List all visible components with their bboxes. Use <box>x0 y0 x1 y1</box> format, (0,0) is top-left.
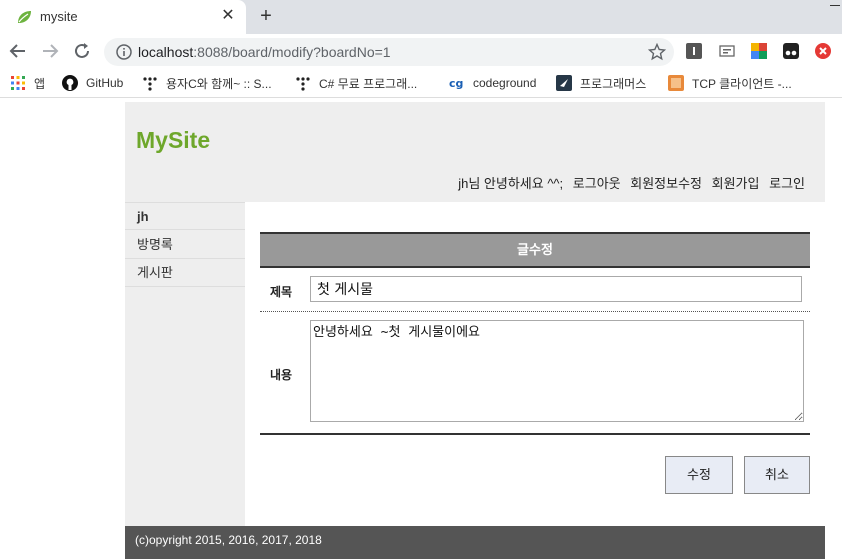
site-footer: (c)opyright 2015, 2016, 2017, 2018 <box>125 526 825 559</box>
site-header: MySite jh님 안녕하세요 ^^; 로그아웃 회원정보수정 회원가입 로그… <box>125 102 825 202</box>
bookmark-csharp[interactable]: C# 무료 프로그래... <box>295 75 417 91</box>
dots-icon <box>143 77 157 91</box>
title-input[interactable] <box>310 276 802 302</box>
cancel-button[interactable]: 취소 <box>744 456 810 494</box>
sidebar: jh 방명록 게시판 <box>125 202 245 526</box>
modify-info-link[interactable]: 회원정보수정 <box>630 176 702 191</box>
bookmark-label: 프로그래머스 <box>580 76 647 91</box>
codeground-icon: cg <box>449 77 463 90</box>
minimize-icon[interactable] <box>830 5 840 6</box>
info-icon[interactable] <box>116 44 132 60</box>
browser-tab[interactable]: mysite ✕ <box>0 0 246 34</box>
tab-title: mysite <box>40 9 78 24</box>
bookmark-label: 앱 <box>34 76 46 91</box>
row-divider <box>260 311 810 312</box>
programmers-icon <box>556 75 572 91</box>
bookmark-label: TCP 클라이언트 -... <box>692 76 792 91</box>
tcp-icon <box>668 75 684 91</box>
bookmark-apps[interactable]: 앱 <box>10 75 45 91</box>
forward-icon[interactable] <box>39 40 61 62</box>
user-links: jh님 안녕하세요 ^^; 로그아웃 회원정보수정 회원가입 로그인 <box>458 173 805 192</box>
bookmark-yongja[interactable]: 용자C와 함께~ :: S... <box>142 75 272 91</box>
extension-i-icon[interactable] <box>686 43 702 59</box>
back-icon[interactable] <box>7 40 29 62</box>
bookmark-star-icon[interactable] <box>648 43 666 61</box>
address-bar[interactable]: localhost:8088/board/modify?boardNo=1 <box>104 38 674 66</box>
sidebar-item-board[interactable]: 게시판 <box>125 259 245 287</box>
tab-strip: mysite ✕ + <box>0 0 842 34</box>
extension-tampermonkey-icon[interactable] <box>783 43 799 59</box>
join-link[interactable]: 회원가입 <box>712 176 760 191</box>
close-tab-icon[interactable]: ✕ <box>220 7 236 25</box>
bookmark-github[interactable]: GitHub <box>62 75 123 91</box>
extension-red-icon[interactable] <box>815 43 831 59</box>
browser-toolbar: localhost:8088/board/modify?boardNo=1 <box>0 34 842 68</box>
svg-text:cg: cg <box>449 77 463 90</box>
bookmark-label: codeground <box>473 76 537 90</box>
apps-grid-icon <box>11 76 25 90</box>
page-container: MySite jh님 안녕하세요 ^^; 로그아웃 회원정보수정 회원가입 로그… <box>125 102 825 559</box>
main-content: 글수정 제목 내용 안녕하세요 ~첫 게시물이에요 수정 취소 <box>245 202 825 526</box>
bookmark-label: GitHub <box>86 76 124 90</box>
bookmark-codeground[interactable]: cg codeground <box>449 75 536 91</box>
reload-icon[interactable] <box>71 40 93 62</box>
bookmark-label: C# 무료 프로그래... <box>319 76 418 91</box>
bookmark-tcp[interactable]: TCP 클라이언트 -... <box>668 75 792 91</box>
github-icon <box>62 75 78 91</box>
site-logo[interactable]: MySite <box>136 127 210 154</box>
extension-screen-icon[interactable] <box>719 43 735 59</box>
bookmarks-bar: 앱 GitHub 용자C와 함께~ :: S... C# 무료 프로그래... … <box>0 68 842 98</box>
submit-button[interactable]: 수정 <box>665 456 733 494</box>
content-label: 내용 <box>270 368 293 382</box>
logout-link[interactable]: 로그아웃 <box>573 176 621 191</box>
sidebar-item-jh[interactable]: jh <box>125 202 245 230</box>
form-heading: 글수정 <box>260 232 810 268</box>
title-label: 제목 <box>270 285 293 299</box>
greeting-text: jh님 안녕하세요 ^^; <box>458 176 564 191</box>
url-text: localhost:8088/board/modify?boardNo=1 <box>138 44 391 60</box>
new-tab-button[interactable]: + <box>257 5 275 27</box>
url-path: :8088/board/modify?boardNo=1 <box>193 44 391 60</box>
bookmark-programmers[interactable]: 프로그래머스 <box>556 75 646 91</box>
url-host: localhost <box>138 44 194 60</box>
bookmark-label: 용자C와 함께~ :: S... <box>166 76 272 91</box>
login-link[interactable]: 로그인 <box>769 176 805 191</box>
form-bottom-rule <box>260 433 810 435</box>
copyright-text: (c)opyright 2015, 2016, 2017, 2018 <box>135 533 322 547</box>
content-textarea[interactable]: 안녕하세요 ~첫 게시물이에요 <box>310 320 804 422</box>
extension-color-grid-icon[interactable] <box>751 43 767 59</box>
sidebar-item-guestbook[interactable]: 방명록 <box>125 231 245 259</box>
spring-leaf-icon <box>18 11 31 23</box>
dots-icon <box>296 77 310 91</box>
